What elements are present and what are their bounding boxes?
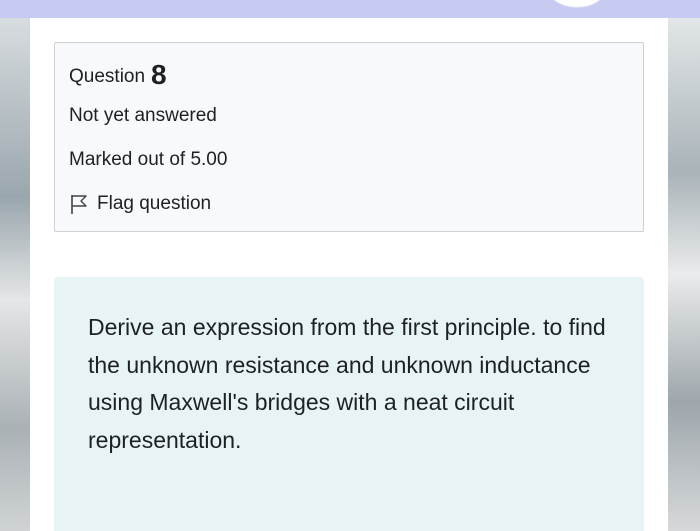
flag-outline-icon: [71, 195, 87, 214]
quiz-page: Question 8 Not yet answered Marked out of…: [30, 18, 668, 531]
question-info-panel: Question 8 Not yet answered Marked out of…: [54, 42, 644, 232]
question-number: 8: [151, 59, 167, 90]
flag-question-link[interactable]: Flag question: [69, 193, 211, 215]
question-marks: Marked out of 5.00: [69, 149, 228, 170]
screen: Question 8 Not yet answered Marked out of…: [0, 0, 700, 531]
question-label: Question: [69, 66, 146, 87]
question-prompt-panel: Derive an expression from the first prin…: [54, 277, 644, 531]
answer-status: Not yet answered: [69, 105, 217, 126]
question-heading: Question 8: [69, 59, 167, 91]
flag-question-label: Flag question: [97, 193, 212, 214]
background-left: [0, 18, 30, 531]
background-right: [668, 18, 700, 531]
question-prompt-text: Derive an expression from the first prin…: [88, 314, 606, 453]
